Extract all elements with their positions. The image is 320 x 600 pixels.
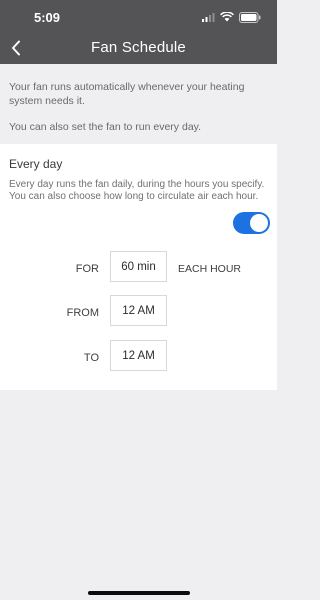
toggle-knob	[250, 214, 268, 232]
each-hour-label: EACH HOUR	[178, 263, 242, 275]
wifi-icon	[220, 12, 234, 22]
every-day-title: Every day	[9, 157, 63, 171]
to-time-field[interactable]: 12 AM	[110, 340, 167, 371]
intro-text-2: You can also set the fan to run every da…	[9, 121, 202, 133]
battery-icon	[239, 12, 261, 23]
nav-bar: Fan Schedule	[0, 32, 277, 64]
status-bar: 5:09	[0, 0, 277, 32]
from-time-field[interactable]: 12 AM	[110, 295, 167, 326]
signal-icon	[202, 13, 215, 22]
home-indicator	[88, 591, 190, 595]
every-day-toggle[interactable]	[233, 212, 270, 234]
status-time: 5:09	[34, 10, 61, 25]
intro-section: Your fan runs automatically whenever you…	[0, 64, 277, 144]
duration-field[interactable]: 60 min	[110, 251, 167, 282]
every-day-card: Every day Every day runs the fan daily, …	[0, 144, 277, 390]
every-day-description: Every day runs the fan daily, during the…	[9, 179, 265, 202]
for-label: FOR	[75, 263, 99, 275]
intro-text-1: Your fan runs automatically whenever you…	[9, 81, 245, 107]
to-label: TO	[83, 352, 99, 364]
page-title: Fan Schedule	[91, 39, 186, 56]
from-label: FROM	[66, 307, 99, 319]
